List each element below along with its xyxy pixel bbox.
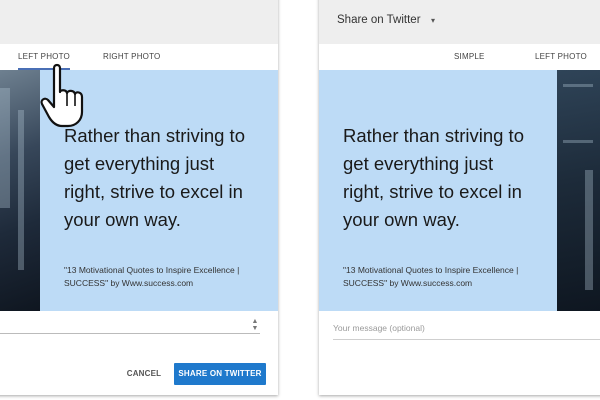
dialog-header [0, 0, 278, 44]
stepper-up-icon[interactable]: ▲ [250, 318, 260, 325]
share-dialog-left: LEFT PHOTO RIGHT PHOTO Rather than striv… [0, 0, 278, 395]
quote-source: "13 Motivational Quotes to Inspire Excel… [64, 265, 240, 288]
tab-simple[interactable]: SIMPLE [454, 44, 485, 70]
quote-text: Rather than striving to get everything j… [343, 125, 524, 230]
message-field-underline [0, 333, 260, 334]
textarea-resize-stepper[interactable]: ▲ ▼ [250, 318, 260, 332]
tab-right-photo[interactable]: RIGHT PHOTO [103, 44, 160, 70]
pointer-hand-cursor-icon [40, 63, 84, 128]
photo-preview-right [557, 70, 600, 311]
share-dialog-right: Share on Twitter ▾ SIMPLE LEFT PHOTO Rat… [319, 0, 600, 395]
quote-text: Rather than striving to get everything j… [64, 125, 245, 230]
share-on-twitter-button[interactable]: SHARE ON TWITTER [174, 363, 266, 385]
cancel-button[interactable]: CANCEL [122, 363, 166, 385]
tab-left-photo[interactable]: LEFT PHOTO [535, 44, 587, 70]
message-input[interactable]: Your message (optional) [333, 323, 425, 333]
quote-source: "13 Motivational Quotes to Inspire Excel… [343, 265, 519, 288]
tab-bar: SIMPLE LEFT PHOTO [319, 44, 600, 70]
dialog-title[interactable]: Share on Twitter [337, 14, 421, 26]
chevron-down-icon[interactable]: ▾ [431, 16, 435, 25]
stepper-down-icon[interactable]: ▼ [250, 325, 260, 332]
message-field-underline [333, 339, 600, 340]
photo-preview-left [0, 70, 40, 311]
quote-card: Rather than striving to get everything j… [319, 70, 557, 311]
dialog-header: Share on Twitter ▾ [319, 0, 600, 44]
